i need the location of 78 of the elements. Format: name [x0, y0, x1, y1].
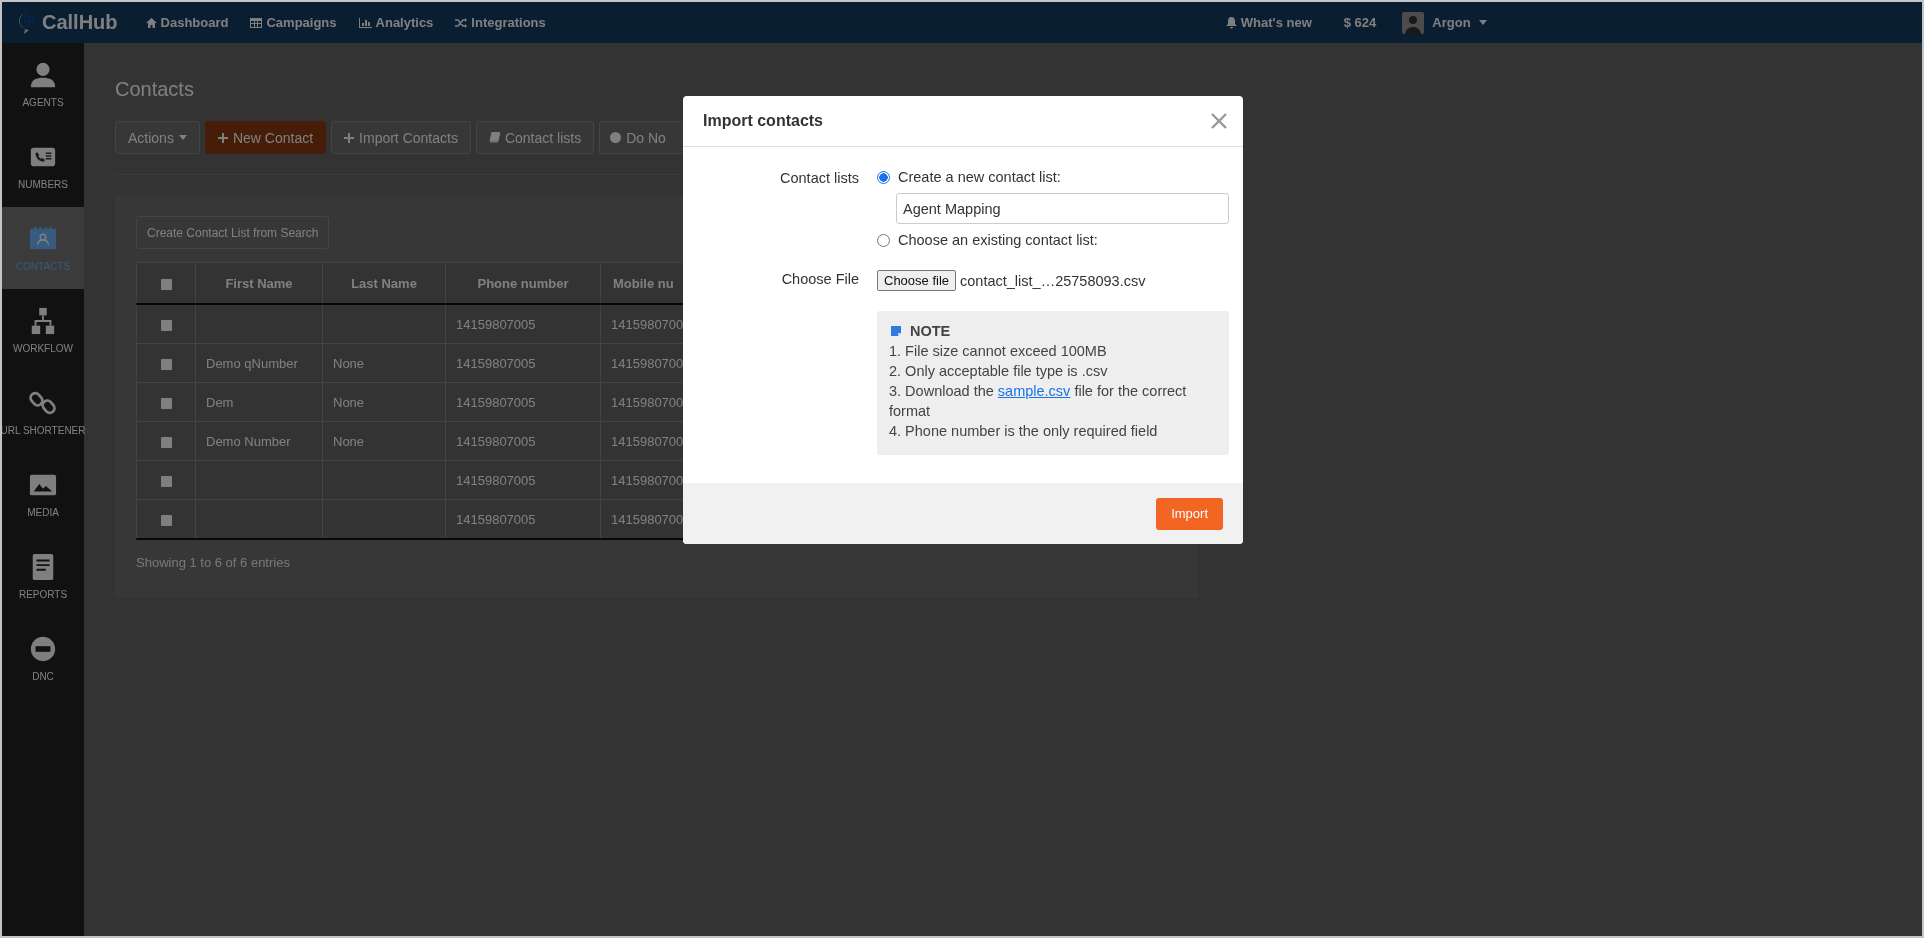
plus-icon — [217, 132, 228, 143]
shuffle-icon — [455, 17, 468, 28]
sidebar-item[interactable]: URL SHORTENER — [2, 371, 84, 453]
sample-csv-link[interactable]: sample.csv — [997, 383, 1071, 399]
home-icon — [145, 17, 157, 28]
toolbar-button[interactable]: Actions — [115, 121, 200, 154]
balance-amount: $ 624 — [1343, 15, 1377, 30]
radio-button[interactable] — [877, 170, 890, 184]
field-label: Choose File — [780, 270, 859, 289]
whats-new-link[interactable]: What's new — [1225, 15, 1312, 30]
note-icon — [891, 326, 901, 336]
row-checkbox[interactable] — [159, 513, 173, 527]
table-cell: 1415980700 — [611, 355, 684, 371]
book-icon — [488, 132, 500, 143]
nav-link[interactable]: Dashboard — [145, 15, 229, 30]
create-list-button[interactable]: Create Contact List from Search — [136, 216, 330, 249]
toolbar-button[interactable]: New Contact — [204, 121, 327, 154]
table-cell: None — [333, 433, 365, 449]
table-cell: 14159807005 — [456, 433, 536, 449]
block-icon — [29, 634, 57, 663]
nav-link[interactable]: Analytics — [358, 15, 434, 30]
bell-icon — [1225, 16, 1237, 29]
table-cell: 1415980700 — [611, 472, 684, 488]
table-cell: 14159807005 — [456, 472, 536, 488]
sidebar-item[interactable]: AGENTS — [2, 43, 84, 125]
nav-link[interactable]: Campaigns — [250, 15, 337, 30]
row-checkbox[interactable] — [159, 474, 173, 488]
import-button[interactable]: Import — [1156, 497, 1223, 530]
table-cell: 14159807005 — [456, 316, 536, 332]
radio-label[interactable]: Choose an existing contact list: — [898, 232, 1098, 248]
table-cell: Demo qNumber — [206, 355, 298, 371]
avatar-icon — [1402, 11, 1425, 34]
table-cell: 14159807005 — [456, 355, 536, 371]
row-checkbox[interactable] — [159, 435, 173, 449]
table-cell: 1415980700 — [611, 316, 684, 332]
caret-icon — [1478, 20, 1487, 25]
note-line: 3. Download the sample.csv file for the correct format — [889, 382, 1188, 421]
page-title: Contacts — [115, 78, 195, 101]
table-icon — [250, 17, 263, 28]
sidebar-item[interactable]: WORKFLOW — [2, 289, 84, 371]
callhub-logo-text[interactable]: CallHub — [42, 11, 118, 34]
sidebar-item[interactable]: NUMBERS — [2, 125, 84, 207]
user-menu[interactable]: Argon — [1402, 11, 1487, 34]
note-line: 4. Phone number is the only required field — [889, 422, 1159, 441]
row-checkbox[interactable] — [159, 318, 173, 332]
table-cell: None — [333, 355, 365, 371]
select-all-checkbox[interactable] — [159, 277, 173, 291]
table-cell: None — [333, 394, 365, 410]
plus-icon — [344, 132, 355, 143]
toolbar-button[interactable]: Import Contacts — [331, 121, 471, 154]
person-icon — [29, 60, 57, 89]
list-name-input[interactable]: Agent Mapping — [896, 193, 1229, 224]
table-cell: 1415980700 — [611, 511, 684, 527]
note-heading: NOTE — [910, 322, 951, 341]
caret-icon — [178, 135, 187, 140]
field-label: Contact lists — [779, 169, 859, 188]
row-checkbox[interactable] — [159, 396, 173, 410]
toolbar-button[interactable]: Contact lists — [475, 121, 595, 154]
file-name: contact_list_…25758093.csv — [960, 272, 1146, 289]
column-header[interactable]: Mobile nu — [613, 275, 674, 291]
bar-chart-icon — [358, 17, 372, 28]
note-line: 1. File size cannot exceed 100MB — [889, 342, 1108, 361]
hierarchy-icon — [29, 306, 57, 335]
sidebar-item[interactable]: MEDIA — [2, 453, 84, 535]
radio-label[interactable]: Create a new contact list: — [898, 169, 1061, 185]
table-cell: 1415980700 — [611, 394, 684, 410]
table-cell: 14159807005 — [456, 394, 536, 410]
table-cell: Demo Number — [206, 433, 291, 449]
table-cell: Dem — [206, 394, 234, 410]
table-cell: 14159807005 — [456, 511, 536, 527]
note-line: 2. Only acceptable file type is .csv — [889, 362, 1109, 381]
sidebar-item[interactable]: DNC — [2, 617, 84, 699]
close-icon[interactable] — [1211, 113, 1227, 129]
nav-link[interactable]: Integrations — [455, 15, 546, 30]
choose-file-button[interactable]: Choose file — [877, 270, 957, 291]
row-checkbox[interactable] — [159, 357, 173, 371]
sidebar-item[interactable]: REPORTS — [2, 535, 84, 617]
table-cell: 1415980700 — [611, 433, 684, 449]
